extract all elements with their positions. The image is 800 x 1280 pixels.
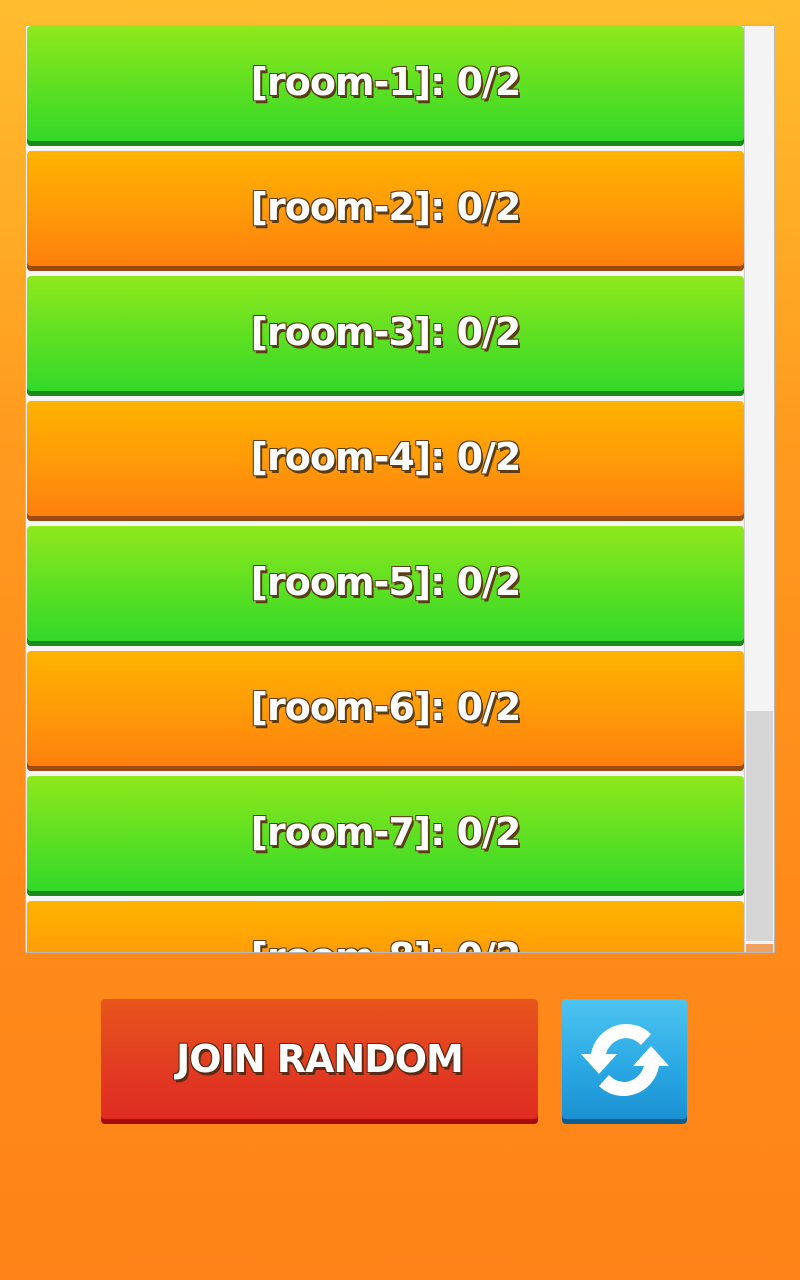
scrollbar-thumb[interactable] — [746, 711, 773, 941]
refresh-button[interactable] — [562, 999, 687, 1124]
refresh-icon — [580, 1023, 669, 1096]
room-button-3[interactable]: [room-3]: 0/2 — [27, 276, 744, 396]
room-label: [room-8]: 0/2 — [251, 935, 522, 952]
room-label: [room-2]: 0/2 — [250, 185, 522, 229]
room-button-8[interactable]: [room-8]: 0/2 — [27, 901, 744, 952]
room-label: [room-4]: 0/2 — [250, 435, 522, 479]
room-button-4[interactable]: [room-4]: 0/2 — [27, 401, 744, 521]
room-label: [room-7]: 0/2 — [250, 810, 522, 854]
room-button-5[interactable]: [room-5]: 0/2 — [27, 526, 744, 646]
room-label: [room-3]: 0/2 — [250, 310, 522, 354]
room-button-2[interactable]: [room-2]: 0/2 — [27, 151, 744, 271]
room-label: [room-6]: 0/2 — [250, 685, 522, 729]
join-random-label: JOIN RANDOM — [176, 1036, 464, 1081]
room-button-7[interactable]: [room-7]: 0/2 — [27, 776, 744, 896]
room-button-6[interactable]: [room-6]: 0/2 — [27, 651, 744, 771]
join-random-button[interactable]: JOIN RANDOM — [101, 999, 538, 1124]
room-button-1[interactable]: [room-1]: 0/2 — [27, 26, 744, 146]
scrollbar-track[interactable] — [744, 26, 774, 952]
room-label: [room-5]: 0/2 — [250, 560, 522, 604]
room-label: [room-1]: 0/2 — [250, 60, 522, 104]
room-list: [room-1]: 0/2 [room-2]: 0/2 [room-3]: 0/… — [27, 26, 744, 952]
scrollbar-end-marker — [746, 944, 773, 952]
room-list-panel[interactable]: [room-1]: 0/2 [room-2]: 0/2 [room-3]: 0/… — [25, 25, 775, 953]
